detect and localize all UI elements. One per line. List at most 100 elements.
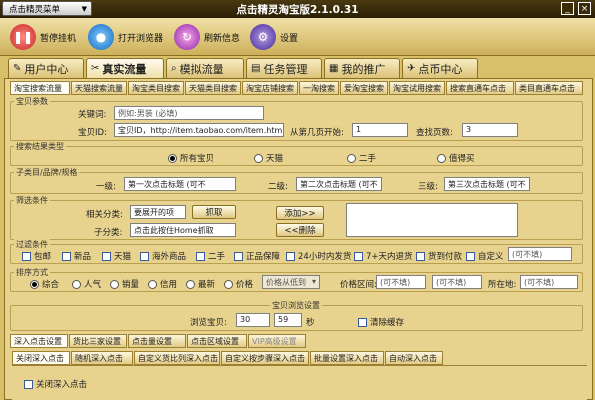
tab-compare-settings[interactable]: 货比三家设置 [69,334,127,348]
checkbox[interactable] [234,251,243,261]
search-type-worth-buying[interactable]: 值得买 [437,152,475,164]
browse-max-input[interactable]: 59 [274,313,302,327]
checkbox[interactable] [354,251,363,261]
radio[interactable] [347,153,356,163]
subtab-taobao-search[interactable]: 淘宝搜索流量 [10,81,70,95]
pause-button[interactable]: ❚❚ 暂停挂机 [6,22,80,52]
minimize-button[interactable]: _ [561,2,574,15]
tab-vip-settings[interactable]: VIP高级设置 [248,334,306,348]
browse-min-input[interactable]: 30 [236,313,270,327]
main-menu-button[interactable]: 点击精灵菜单 ▼ [2,1,92,16]
radio-selected[interactable] [168,153,177,163]
tab-batch-deep[interactable]: 批量设置深入点击 [310,351,384,365]
tab-click-area[interactable]: 点击区域设置 [187,334,247,348]
filter-overseas[interactable]: 海外商品 [140,250,186,262]
subtab-aitaobao[interactable]: 爱淘宝搜索 [340,81,388,95]
option-label: 7+天内退货 [366,252,413,262]
page-start-input[interactable]: 1 [352,123,408,137]
grab-button[interactable]: 抓取 [192,205,236,219]
keyword-input[interactable]: 例如:男装 (必填) [114,106,264,120]
radio[interactable] [186,279,195,289]
filter-list-box[interactable] [346,203,518,237]
checkbox[interactable] [24,379,33,389]
subtab-trial-search[interactable]: 淘宝试用搜索 [389,81,445,95]
tab-custom-step-deep[interactable]: 自定义按步骤深入点击 [221,351,309,365]
radio[interactable] [110,279,119,289]
filter-custom[interactable]: 自定义 [466,250,504,262]
page-start-label: 从第几页开始: [290,128,344,138]
delete-button[interactable]: <<删除 [276,223,324,237]
filter-secondhand[interactable]: 二手 [196,250,225,262]
tab-my-promotion[interactable]: ▦ 我的推广 [324,58,400,78]
tab-deep-click-settings[interactable]: 深入点击设置 [10,334,68,348]
checkbox[interactable] [140,251,149,261]
tab-close-deep-click[interactable]: 关闭深入点击 [12,351,70,365]
filter-custom-input[interactable]: (可不填) [508,247,572,261]
subtab-tmall-category[interactable]: 天猫类目搜索 [185,81,241,95]
checkbox[interactable] [62,251,71,261]
checkbox[interactable] [286,251,295,261]
checkbox[interactable] [196,251,205,261]
subtab-etao[interactable]: 一淘搜索 [299,81,339,95]
radio-selected[interactable] [30,279,39,289]
radio[interactable] [254,153,263,163]
radio[interactable] [437,153,446,163]
level2-input[interactable]: 第二次点击标题 (可不 [296,177,382,191]
price-min-input[interactable]: (可不填) [376,275,426,289]
radio[interactable] [148,279,157,289]
subcategory-input[interactable]: 点击此按住Home抓取 [130,223,236,237]
subtab-category-express[interactable]: 类目直通车点击 [515,81,583,95]
related-category-input[interactable]: 要展开的项 [130,205,186,219]
tab-coin-center[interactable]: ✈ 点币中心 [402,58,478,78]
sort-sales[interactable]: 销量 [110,278,139,290]
open-browser-button[interactable]: ● 打开浏览器 [84,22,167,52]
tab-custom-compare-deep[interactable]: 自定义货比列深入点击 [134,351,220,365]
settings-button[interactable]: ⚙ 设置 [246,22,302,52]
checkbox[interactable] [22,251,31,261]
sort-credit[interactable]: 信用 [148,278,177,290]
checkbox[interactable] [466,251,475,261]
search-type-secondhand[interactable]: 二手 [347,152,376,164]
sort-price[interactable]: 价格 [224,278,253,290]
subtab-taobao-category[interactable]: 淘宝类目搜索 [128,81,184,95]
tab-task-management[interactable]: ▤ 任务管理 [246,58,322,78]
search-type-all[interactable]: 所有宝贝 [168,152,214,164]
filter-cod[interactable]: 货到付款 [416,250,462,262]
pages-input[interactable]: 3 [462,123,518,137]
price-max-input[interactable]: (可不填) [432,275,482,289]
level3-input[interactable]: 第三次点击标题 (可不 [444,177,530,191]
filter-new[interactable]: 新品 [62,250,91,262]
add-button[interactable]: 添加>> [276,206,324,220]
location-input[interactable]: (可不填) [520,275,578,289]
checkbox[interactable] [102,251,111,261]
subtab-taobao-shop[interactable]: 淘宝店铺搜索 [242,81,298,95]
subtab-tmall-search[interactable]: 天猫搜索流量 [71,81,127,95]
level1-input[interactable]: 第一次点击标题 (可不 [124,177,236,191]
filter-24h-ship[interactable]: 24小时内发货 [286,250,351,262]
checkbox[interactable] [416,251,425,261]
search-type-tmall[interactable]: 天猫 [254,152,283,164]
radio[interactable] [72,279,81,289]
sort-newest[interactable]: 最新 [186,278,215,290]
tab-simulated-traffic[interactable]: ⌕ 模拟流量 [166,58,244,78]
subtab-search-express[interactable]: 搜索直通车点击 [446,81,514,95]
tab-click-volume[interactable]: 点击量设置 [128,334,186,348]
refresh-button[interactable]: ↻ 刷新信息 [170,22,244,52]
filter-7day-return[interactable]: 7+天内退货 [354,250,413,262]
radio[interactable] [224,279,233,289]
tab-auto-deep[interactable]: 自动深入点击 [385,351,443,365]
tab-user-center[interactable]: ✎ 用户中心 [8,58,84,78]
filter-tmall[interactable]: 天猫 [102,250,131,262]
tab-real-traffic[interactable]: ✂ 真实流量 [86,58,164,78]
clear-cache-option[interactable]: 清除缓存 [358,316,404,328]
tab-random-deep-click[interactable]: 随机深入点击 [71,351,133,365]
price-sort-select[interactable]: 价格从低到 ▾ [262,275,320,289]
close-button[interactable]: × [578,2,591,15]
item-id-input[interactable]: 宝贝ID，http://item.taobao.com/item.htm?id=… [114,123,284,137]
sort-comprehensive[interactable]: 综合 [30,278,59,290]
sort-popularity[interactable]: 人气 [72,278,101,290]
checkbox[interactable] [358,317,367,327]
close-deep-click-option[interactable]: 关闭深入点击 [24,378,87,390]
filter-genuine[interactable]: 正品保障 [234,250,280,262]
filter-free-shipping[interactable]: 包邮 [22,250,51,262]
